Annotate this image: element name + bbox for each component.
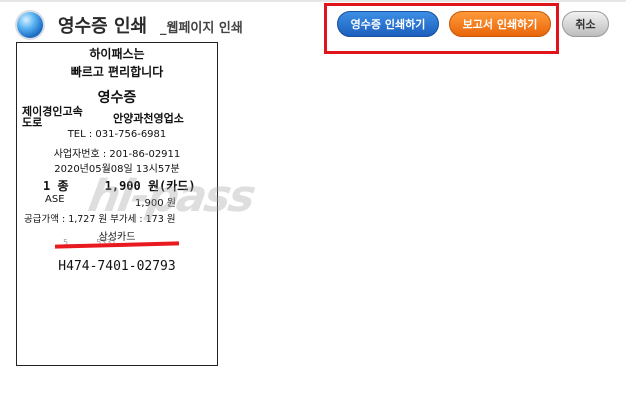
receipt: 하이패스는 빠르고 편리합니다 영수증 제이경인고속도로 안양과천영업소 TEL… (16, 42, 258, 366)
receipt-slogan-1: 하이패스는 (89, 47, 145, 61)
globe-icon (17, 12, 43, 38)
receipt-supply-tax: 공급가액 : 1,727 원 부가세 : 173 원 (24, 214, 176, 225)
receipt-approval-no: H474-7401-02793 (58, 259, 176, 274)
cancel-button[interactable]: 취소 (562, 11, 609, 37)
print-report-button[interactable]: 보고서 인쇄하기 (449, 11, 551, 37)
receipt-datetime: 2020년05월08일 13시57분 (54, 164, 180, 175)
receipt-title: 영수증 (97, 90, 137, 106)
page-title: 영수증 인쇄 (58, 16, 148, 37)
receipt-office: 안양과천영업소 (113, 112, 184, 125)
receipt-vehicle-class: 1 종 (43, 179, 69, 193)
receipt-tel: TEL : 031-756-6981 (67, 129, 167, 140)
receipt-company: 제이경인고속도로 (22, 105, 83, 129)
receipt-slogan-2: 빠르고 편리합니다 (70, 65, 164, 79)
receipt-class-amount: 1 종 1,900 원(카드) (43, 177, 196, 194)
receipt-ase-amount: 1,900 원 (135, 198, 177, 209)
receipt-amount: 1,900 원(카드) (104, 179, 196, 193)
page-subtitle: _웹페이지 인쇄 (160, 21, 243, 36)
print-receipt-button[interactable]: 영수증 인쇄하기 (337, 11, 439, 37)
receipt-biz-no: 사업자번호 : 201-86-02911 (53, 149, 181, 160)
receipt-card-name: 삼성카드 (98, 232, 136, 243)
receipt-ase-label: ASE (45, 194, 65, 205)
top-border (0, 0, 626, 2)
